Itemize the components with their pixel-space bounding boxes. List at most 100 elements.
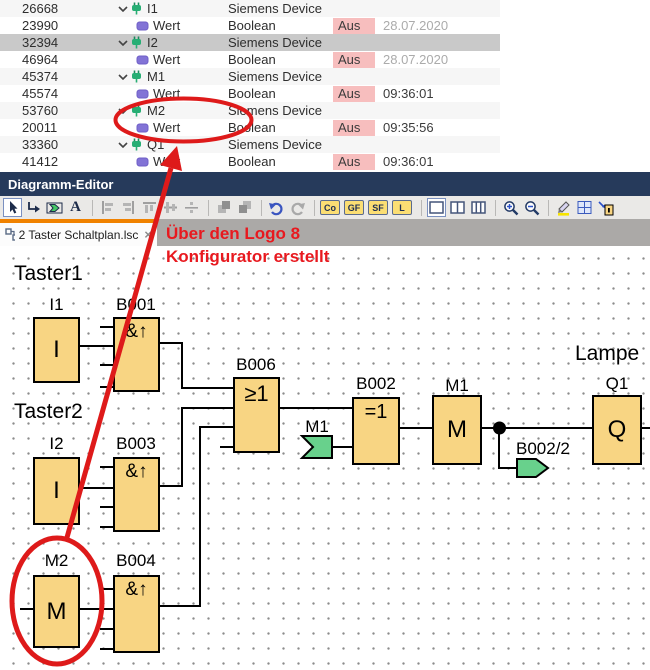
highlighter-button[interactable] bbox=[554, 198, 573, 217]
block-symbol: &↑ bbox=[115, 579, 158, 601]
tree-cell: Wert bbox=[118, 86, 228, 101]
logic-l-button[interactable]: L bbox=[392, 200, 412, 215]
text-tool-icon: A bbox=[70, 199, 81, 216]
tab-schaltplan[interactable]: 2 Taster Schaltplan.lsc × bbox=[0, 219, 157, 246]
row-id: 46964 bbox=[0, 52, 118, 67]
block-b003[interactable]: &↑ bbox=[113, 457, 160, 532]
document-tabbar: 2 Taster Schaltplan.lsc × bbox=[0, 219, 650, 246]
row-type: Boolean bbox=[228, 154, 333, 169]
label-taster2: Taster2 bbox=[14, 400, 83, 424]
zoom-out-button[interactable] bbox=[522, 198, 541, 217]
table-row[interactable]: 45374 M1 Siemens Device bbox=[0, 68, 500, 85]
block-q1[interactable]: Q bbox=[592, 395, 642, 465]
block-i2[interactable]: I bbox=[33, 457, 80, 525]
send-to-back-button[interactable] bbox=[235, 198, 254, 217]
table-row[interactable]: 46964 Wert Boolean Aus 28.07.2020 bbox=[0, 51, 500, 68]
chevron-down-icon[interactable] bbox=[118, 142, 128, 148]
basic-functions-gf-button[interactable]: GF bbox=[344, 200, 364, 215]
row-id: 32394 bbox=[0, 35, 118, 50]
grid-settings-button[interactable] bbox=[575, 198, 594, 217]
status-badge: Aus bbox=[333, 120, 375, 136]
block-b006[interactable]: ≥1 bbox=[233, 377, 280, 453]
row-id: 53760 bbox=[0, 103, 118, 118]
bring-to-front-button[interactable] bbox=[214, 198, 233, 217]
table-row[interactable]: 53760 M2 Siemens Device bbox=[0, 102, 500, 119]
row-timestamp: 28.07.2020 bbox=[383, 52, 448, 67]
row-type: Siemens Device bbox=[228, 1, 333, 16]
row-type: Siemens Device bbox=[228, 69, 333, 84]
connector-label-b002-2: B002/2 bbox=[516, 439, 586, 459]
editor-titlebar: Diagramm-Editor bbox=[0, 172, 650, 196]
label-lampe: Lampe bbox=[575, 342, 639, 366]
flag-connector-tool-button[interactable] bbox=[45, 198, 64, 217]
special-functions-sf-button[interactable]: SF bbox=[368, 200, 388, 215]
align-left-button[interactable] bbox=[98, 198, 117, 217]
table-row[interactable]: 41412 Wert Boolean Aus 09:36:01 bbox=[0, 153, 500, 170]
status-badge: Aus bbox=[333, 154, 375, 170]
block-i1[interactable]: I bbox=[33, 317, 80, 383]
tree-cell: Wert bbox=[118, 52, 228, 67]
table-row[interactable]: 20011 Wert Boolean Aus 09:35:56 bbox=[0, 119, 500, 136]
chevron-down-icon[interactable] bbox=[118, 40, 128, 46]
table-row[interactable]: 23990 Wert Boolean Aus 28.07.2020 bbox=[0, 17, 500, 34]
table-row[interactable]: 33360 Q1 Siemens Device bbox=[0, 136, 500, 153]
block-b001[interactable]: &↑ bbox=[113, 317, 160, 392]
tree-cell: Wert bbox=[118, 18, 228, 33]
connector-label-m1: M1 bbox=[300, 417, 334, 437]
split-window-three-button[interactable] bbox=[469, 198, 488, 217]
convert-block-button[interactable] bbox=[596, 198, 615, 217]
redo-icon bbox=[289, 200, 306, 216]
editor-toolbar: A Co GF bbox=[0, 196, 650, 219]
block-label-m2: M2 bbox=[33, 551, 80, 571]
align-middle-icon bbox=[163, 200, 178, 215]
zoom-out-icon bbox=[524, 200, 540, 216]
pointer-tool-button[interactable] bbox=[3, 198, 22, 217]
connector-tool-button[interactable] bbox=[24, 198, 43, 217]
table-row[interactable]: 45574 Wert Boolean Aus 09:36:01 bbox=[0, 85, 500, 102]
block-b002[interactable]: =1 bbox=[352, 397, 400, 465]
split-window-two-button[interactable] bbox=[448, 198, 467, 217]
toolbar-separator bbox=[208, 200, 209, 216]
zoom-in-button[interactable] bbox=[501, 198, 520, 217]
block-m2[interactable]: M bbox=[33, 575, 80, 648]
align-left-icon bbox=[100, 200, 115, 215]
tree-cell: Wert bbox=[118, 154, 228, 169]
constants-co-button[interactable]: Co bbox=[320, 200, 340, 215]
undo-button[interactable] bbox=[267, 198, 286, 217]
tab-close-button[interactable]: × bbox=[144, 227, 152, 242]
split-single-icon bbox=[429, 201, 444, 214]
tree-cell: I1 bbox=[118, 1, 228, 16]
chevron-down-icon[interactable] bbox=[118, 108, 128, 114]
table-row-selected[interactable]: 32394 I2 Siemens Device bbox=[0, 34, 500, 51]
block-m1[interactable]: M bbox=[432, 395, 482, 465]
annotation-text-line2: Konfigurator erstellt bbox=[166, 247, 329, 267]
value-tag-icon bbox=[136, 21, 149, 31]
block-symbol: Q bbox=[594, 397, 640, 463]
align-middle-button[interactable] bbox=[161, 198, 180, 217]
row-id: 45374 bbox=[0, 69, 118, 84]
annotation-text-line1: Über den Logo 8 bbox=[166, 224, 300, 244]
device-icon bbox=[130, 138, 143, 151]
row-type: Boolean bbox=[228, 86, 333, 101]
block-b004[interactable]: &↑ bbox=[113, 575, 160, 653]
chevron-down-icon[interactable] bbox=[118, 74, 128, 80]
tree-cell: I2 bbox=[118, 35, 228, 50]
distribute-button[interactable] bbox=[182, 198, 201, 217]
split-window-single-button[interactable] bbox=[427, 198, 446, 217]
align-right-button[interactable] bbox=[119, 198, 138, 217]
flag-connector-icon bbox=[46, 200, 63, 216]
label-taster1: Taster1 bbox=[14, 262, 83, 286]
device-icon bbox=[130, 104, 143, 117]
align-top-button[interactable] bbox=[140, 198, 159, 217]
row-name: Wert bbox=[153, 120, 180, 135]
status-badge: Aus bbox=[333, 18, 375, 34]
block-label-i1: I1 bbox=[33, 295, 80, 315]
chevron-down-icon[interactable] bbox=[118, 6, 128, 12]
redo-button[interactable] bbox=[288, 198, 307, 217]
text-tool-button[interactable]: A bbox=[66, 198, 85, 217]
row-type: Boolean bbox=[228, 18, 333, 33]
zoom-in-icon bbox=[503, 200, 519, 216]
row-type: Siemens Device bbox=[228, 35, 333, 50]
table-row[interactable]: 26668 I1 Siemens Device bbox=[0, 0, 500, 17]
pointer-icon bbox=[6, 200, 20, 215]
